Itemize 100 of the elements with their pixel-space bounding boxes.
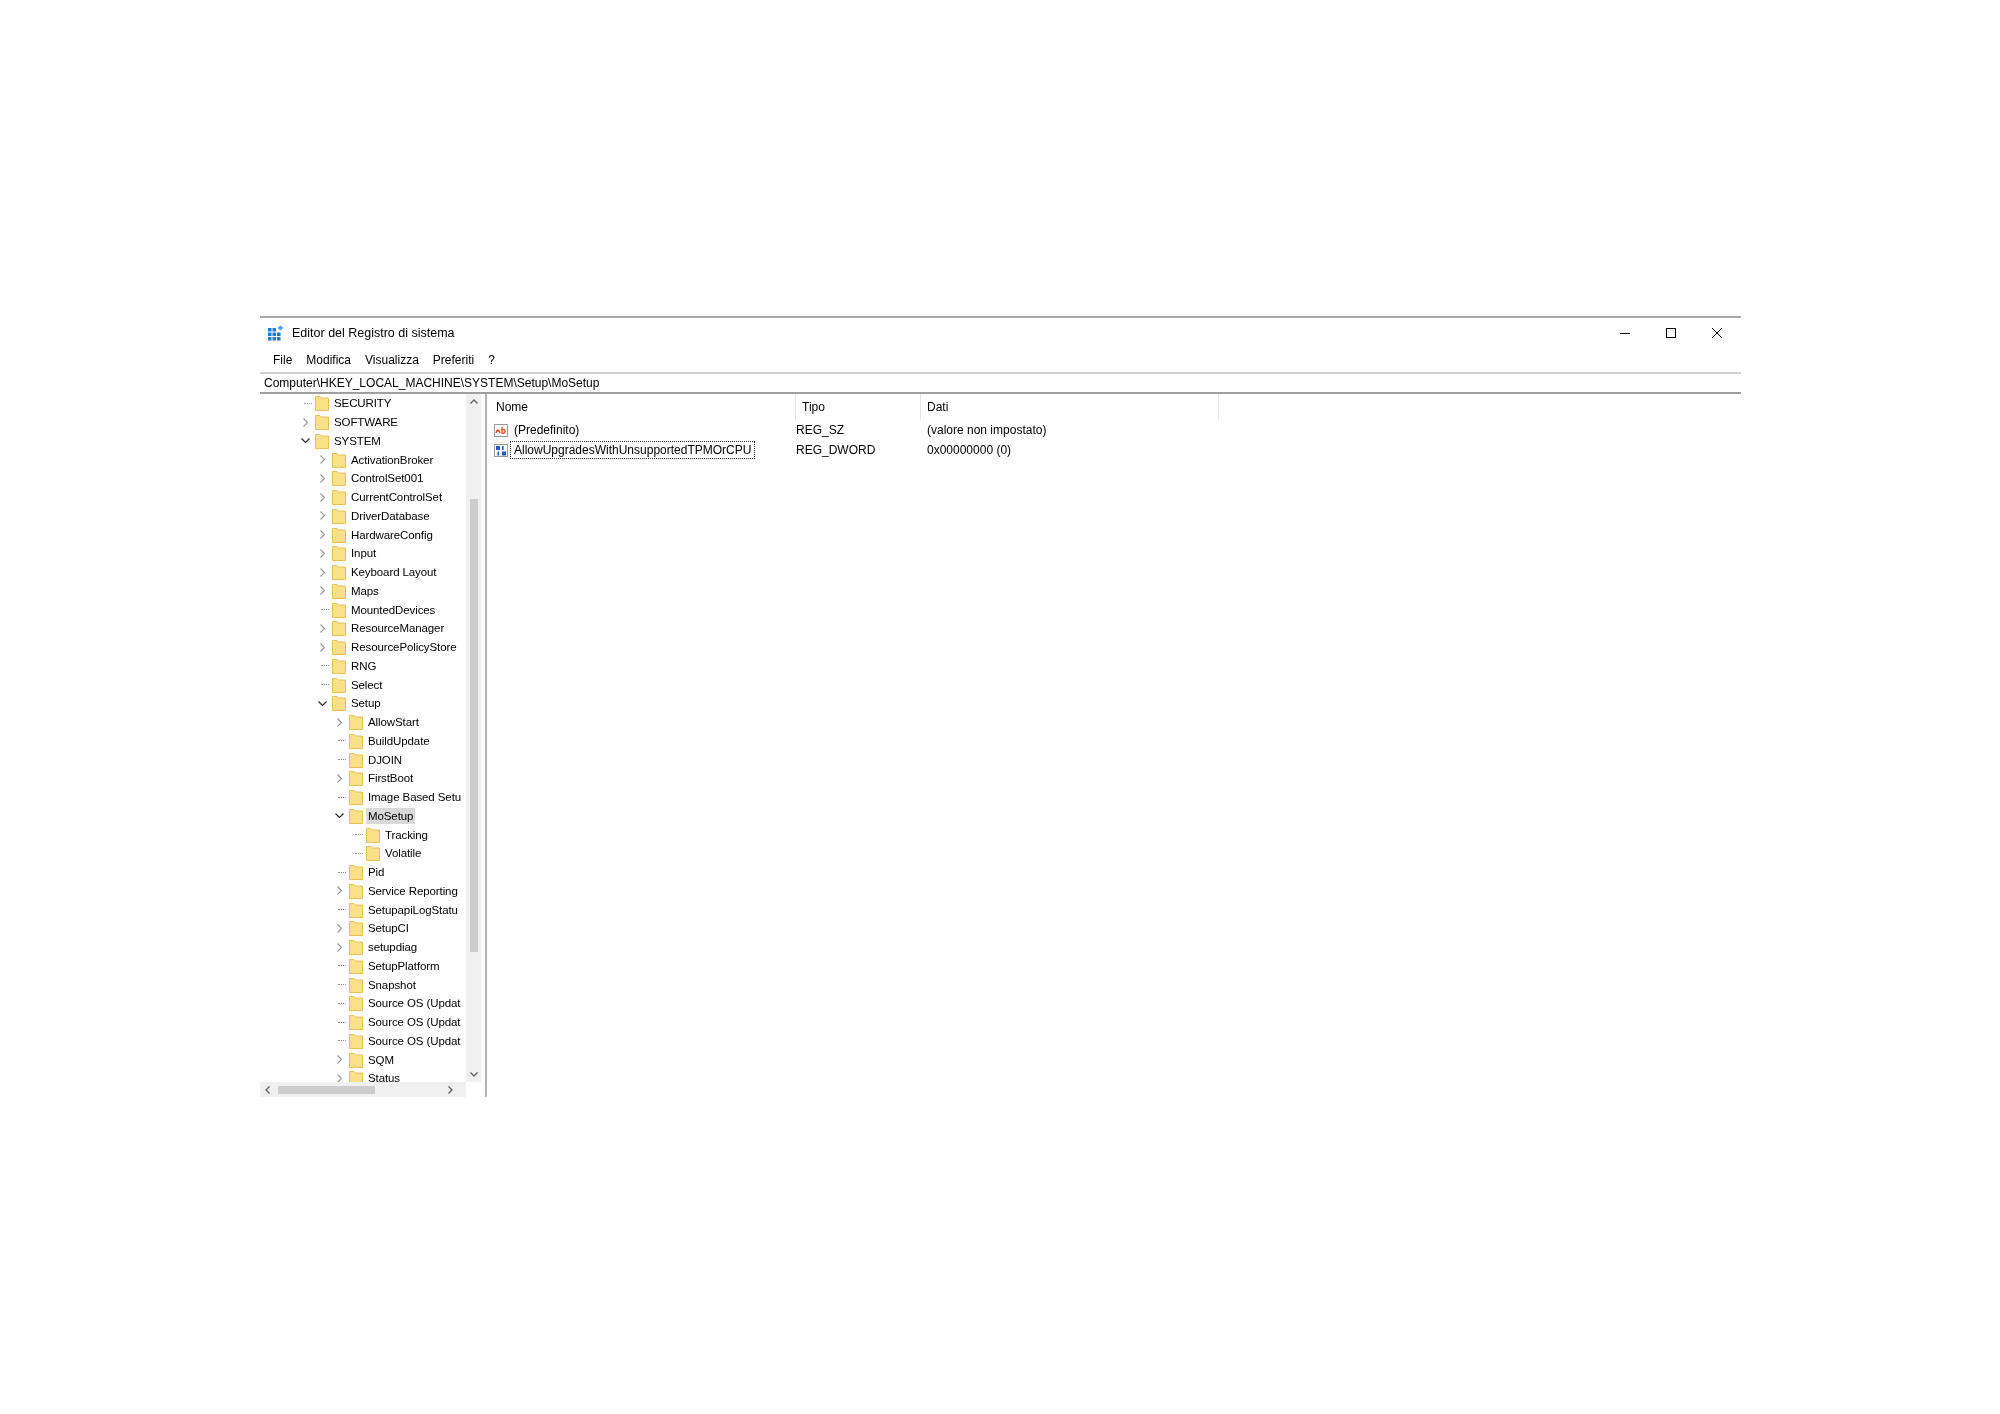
tree-item[interactable]: DriverDatabase: [349, 507, 432, 524]
tree-item[interactable]: MountedDevices: [349, 601, 438, 618]
folder-icon: [349, 882, 363, 899]
tree-item[interactable]: SetupPlatform: [366, 957, 442, 974]
column-header[interactable]: Nome: [490, 394, 796, 420]
folder-icon: [349, 789, 363, 806]
tree-item[interactable]: Source OS (Updat: [366, 995, 463, 1012]
chevron-right-icon[interactable]: [336, 923, 342, 933]
tree-item[interactable]: Status: [366, 1070, 402, 1082]
folder-icon: [349, 1051, 363, 1068]
tree-item[interactable]: SOFTWARE: [332, 414, 400, 431]
tree-item[interactable]: Input: [349, 545, 379, 562]
column-header[interactable]: Tipo: [796, 394, 921, 420]
folder-icon: [366, 845, 380, 862]
folder-icon: [332, 601, 346, 618]
tree-item[interactable]: Service Reporting: [366, 882, 460, 899]
tree-item[interactable]: ResourcePolicyStore: [349, 639, 459, 656]
column-header[interactable]: Dati: [921, 394, 1219, 420]
chevron-right-icon[interactable]: [319, 642, 325, 652]
tree-item[interactable]: AllowStart: [366, 714, 421, 731]
tree-item[interactable]: ActivationBroker: [349, 451, 436, 468]
tree-item[interactable]: SYSTEM: [332, 432, 383, 449]
tree-item[interactable]: Setup: [349, 695, 383, 712]
folder-icon: [349, 995, 363, 1012]
tree-item[interactable]: SetupCI: [366, 920, 411, 937]
tree-item[interactable]: Select: [349, 676, 385, 693]
chevron-right-icon[interactable]: [319, 548, 325, 558]
chevron-down-icon: [469, 1072, 478, 1077]
tree-item[interactable]: Maps: [349, 582, 381, 599]
menu-item[interactable]: Preferiti: [425, 351, 482, 369]
value-name[interactable]: AllowUpgradesWithUnsupportedTPMOrCPU: [510, 441, 756, 459]
scrollbar-thumb[interactable]: [469, 499, 478, 952]
tree-item[interactable]: Source OS (Updat: [366, 1014, 463, 1031]
folder-icon: [315, 414, 329, 431]
chevron-right-icon[interactable]: [319, 623, 325, 633]
folder-icon: [349, 976, 363, 993]
tree-item[interactable]: DJOIN: [366, 751, 404, 768]
chevron-right-icon[interactable]: [319, 455, 325, 465]
menu-item[interactable]: ?: [481, 351, 502, 369]
folder-icon: [332, 657, 346, 674]
tree-item[interactable]: ResourceManager: [349, 620, 447, 637]
value-type: REG_DWORD: [796, 442, 877, 459]
menu-item[interactable]: File: [266, 351, 300, 369]
registry-editor-icon: [268, 325, 284, 341]
tree-item[interactable]: Tracking: [383, 826, 430, 843]
tree-item[interactable]: Pid: [366, 864, 387, 881]
menu-item[interactable]: Visualizza: [358, 351, 426, 369]
folder-icon: [332, 639, 346, 656]
chevron-right-icon[interactable]: [319, 473, 325, 483]
folder-icon: [332, 676, 346, 693]
tree-item[interactable]: setupdiag: [366, 939, 419, 956]
tree-item[interactable]: SECURITY: [332, 395, 394, 412]
chevron-right-icon[interactable]: [336, 773, 342, 783]
tree-item[interactable]: FirstBoot: [366, 770, 416, 787]
chevron-right-icon[interactable]: [319, 567, 325, 577]
folder-icon: [315, 432, 329, 449]
tree-item[interactable]: Volatile: [383, 845, 424, 862]
tree-item[interactable]: CurrentControlSet: [349, 489, 444, 506]
chevron-right-icon[interactable]: [336, 1055, 342, 1065]
maximize-icon: [1666, 328, 1676, 338]
value-name[interactable]: (Predefinito): [510, 421, 584, 439]
tree-item[interactable]: MoSetup: [366, 807, 416, 824]
folder-icon: [332, 470, 346, 487]
tree-item[interactable]: Keyboard Layout: [349, 564, 439, 581]
tree-item[interactable]: BuildUpdate: [366, 732, 432, 749]
tree-item[interactable]: Image Based Setu: [366, 789, 464, 806]
folder-icon: [349, 901, 363, 918]
tree-item[interactable]: SetupapiLogStatu: [366, 901, 460, 918]
folder-icon: [315, 395, 329, 412]
chevron-right-icon[interactable]: [336, 886, 342, 896]
tree-item[interactable]: SQM: [366, 1051, 396, 1068]
chevron-up-icon: [469, 399, 478, 404]
folder-icon: [349, 957, 363, 974]
value-data: 0x00000000 (0): [926, 442, 1012, 459]
chevron-right-icon[interactable]: [302, 417, 308, 427]
chevron-right-icon[interactable]: [319, 511, 325, 521]
tree-item[interactable]: ControlSet001: [349, 470, 426, 487]
chevron-down-icon[interactable]: [317, 700, 327, 706]
folder-icon: [332, 526, 346, 543]
chevron-down-icon[interactable]: [334, 813, 344, 819]
folder-icon: [349, 864, 363, 881]
tree-item[interactable]: Snapshot: [366, 976, 418, 993]
chevron-right-icon[interactable]: [319, 586, 325, 596]
chevron-right-icon[interactable]: [336, 717, 342, 727]
scrollbar-thumb[interactable]: [278, 1085, 375, 1094]
folder-icon: [366, 826, 380, 843]
address-bar[interactable]: Computer\HKEY_LOCAL_MACHINE\SYSTEM\Setup\MoSetup: [264, 374, 600, 392]
chevron-down-icon[interactable]: [300, 438, 310, 444]
tree-item[interactable]: RNG: [349, 657, 379, 674]
chevron-right-icon[interactable]: [319, 492, 325, 502]
chevron-right-icon[interactable]: [319, 530, 325, 540]
chevron-right-icon[interactable]: [336, 942, 342, 952]
minimize-icon: [1620, 332, 1630, 334]
folder-icon: [349, 714, 363, 731]
menu-item[interactable]: Modifica: [299, 351, 359, 369]
tree-item[interactable]: Source OS (Updat: [366, 1032, 463, 1049]
folder-icon: [332, 564, 346, 581]
folder-icon: [332, 489, 346, 506]
folder-icon: [349, 751, 363, 768]
tree-item[interactable]: HardwareConfig: [349, 526, 435, 543]
